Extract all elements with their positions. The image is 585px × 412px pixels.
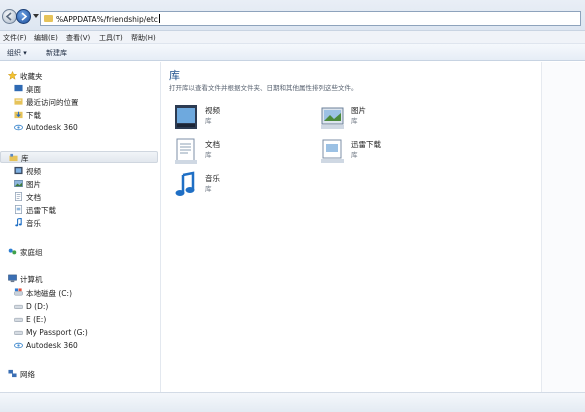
back-button[interactable] [2, 9, 17, 24]
library-icon [9, 153, 18, 162]
folder-icon [44, 15, 53, 22]
nav-item-desktop[interactable]: 桌面 [0, 83, 160, 95]
nav-item-label: D (D:) [26, 302, 49, 311]
nav-item-autodesk360[interactable]: Autodesk 360 [0, 122, 160, 134]
homegroup-icon [8, 248, 17, 255]
picture-library-icon [321, 107, 344, 129]
menu-view[interactable]: 查看(V) [66, 33, 90, 43]
forward-arrow-icon [21, 12, 28, 21]
nav-favorites[interactable]: 收藏夹 [0, 70, 160, 82]
new-library-button[interactable]: 新建库 [46, 48, 67, 58]
nav-item-label: 图片 [26, 180, 41, 189]
network-icon [8, 369, 17, 378]
nav-network-label: 网络 [20, 370, 35, 379]
nav-item-music[interactable]: 音乐 [0, 217, 160, 229]
nav-item-recent[interactable]: 最近访问的位置 [0, 96, 160, 108]
download-library-icon [321, 139, 344, 163]
nav-favorites-label: 收藏夹 [20, 72, 43, 81]
library-type: 库 [351, 151, 358, 159]
address-input[interactable]: %APPDATA%/friendship/etc [40, 11, 581, 26]
nav-libraries[interactable]: 库 [0, 151, 158, 163]
menu-bar: 文件(F) 编辑(E) 查看(V) 工具(T) 帮助(H) [0, 31, 585, 44]
video-library-icon [175, 105, 197, 129]
nav-item-pictures[interactable]: 图片 [0, 178, 160, 190]
library-tile-documents[interactable]: 文档 库 [173, 136, 313, 166]
external-drive-icon [14, 330, 23, 335]
nav-homegroup[interactable]: 家庭组 [0, 246, 160, 258]
library-tile-music[interactable]: 音乐 库 [173, 170, 313, 200]
menu-help[interactable]: 帮助(H) [131, 33, 156, 43]
address-bar-row: %APPDATA%/friendship/etc [0, 0, 585, 31]
nav-item-videos[interactable]: 视频 [0, 165, 160, 177]
history-dropdown-icon[interactable] [33, 13, 39, 19]
library-type: 库 [205, 117, 212, 125]
computer-icon [8, 274, 17, 283]
nav-computer[interactable]: 计算机 [0, 273, 160, 285]
hard-drive-icon [14, 317, 23, 322]
navigation-pane: 收藏夹 桌面 最近访问的位置 下载 Autodesk 360 库 视频 图片 文… [0, 62, 160, 392]
hard-drive-icon [14, 304, 23, 309]
nav-item-documents[interactable]: 文档 [0, 191, 160, 203]
nav-item-label: 音乐 [26, 219, 41, 228]
nav-homegroup-label: 家庭组 [20, 248, 43, 257]
page-title: 库 [169, 69, 180, 82]
autodesk-cloud-icon [14, 124, 23, 131]
picture-library-icon [14, 180, 23, 187]
desktop-icon [14, 84, 23, 92]
menu-edit[interactable]: 编辑(E) [34, 33, 58, 43]
nav-item-downloads[interactable]: 下载 [0, 109, 160, 121]
nav-network[interactable]: 网络 [0, 368, 160, 380]
library-tile-pictures[interactable]: 图片 库 [319, 102, 459, 132]
nav-item-label: 最近访问的位置 [26, 98, 79, 107]
download-library-icon [15, 205, 22, 214]
system-drive-icon [14, 288, 23, 296]
music-note-icon [15, 218, 22, 227]
nav-item-xunlei-downloads[interactable]: 迅雷下载 [0, 204, 160, 216]
nav-libraries-label: 库 [21, 154, 29, 163]
nav-item-label: Autodesk 360 [26, 341, 78, 350]
nav-item-drive-d[interactable]: D (D:) [0, 301, 160, 313]
nav-item-label: 本地磁盘 (C:) [26, 289, 72, 298]
nav-item-label: E (E:) [26, 315, 47, 324]
content-pane: 库 打开库以查看文件并根据文件夹、日期和其他属性排列这些文件。 视频 库 图片 … [161, 62, 541, 392]
details-pane [541, 62, 585, 392]
autodesk-cloud-icon [14, 342, 23, 349]
status-bar [0, 392, 585, 412]
video-library-icon [14, 166, 23, 175]
menu-file[interactable]: 文件(F) [3, 33, 27, 43]
nav-item-drive-g[interactable]: My Passport (G:) [0, 327, 160, 339]
library-type: 库 [351, 117, 358, 125]
nav-item-label: 视频 [26, 167, 41, 176]
menu-tools[interactable]: 工具(T) [99, 33, 123, 43]
download-folder-icon [14, 111, 23, 119]
nav-item-label: 下载 [26, 111, 41, 120]
page-description: 打开库以查看文件并根据文件夹、日期和其他属性排列这些文件。 [169, 84, 358, 92]
nav-item-label: Autodesk 360 [26, 123, 78, 132]
back-arrow-icon [5, 12, 12, 21]
document-library-icon [175, 138, 197, 164]
library-type: 库 [205, 151, 212, 159]
organize-button[interactable]: 组织 ▾ [7, 48, 27, 58]
recent-places-icon [14, 98, 23, 105]
music-note-icon [175, 171, 195, 196]
nav-item-label: 桌面 [26, 85, 41, 94]
nav-item-label: 迅雷下载 [26, 206, 56, 215]
nav-item-drive-c[interactable]: 本地磁盘 (C:) [0, 287, 160, 299]
forward-button[interactable] [16, 9, 31, 24]
address-path: %APPDATA%/friendship/etc [56, 14, 160, 24]
nav-computer-label: 计算机 [20, 275, 43, 284]
library-tile-videos[interactable]: 视频 库 [173, 102, 313, 132]
command-toolbar: 组织 ▾ 新建库 [0, 44, 585, 61]
library-tile-xunlei-downloads[interactable]: 迅雷下载 库 [319, 136, 459, 166]
nav-item-label: 文档 [26, 193, 41, 202]
nav-item-drive-e[interactable]: E (E:) [0, 314, 160, 326]
star-icon [8, 71, 17, 80]
document-library-icon [15, 192, 22, 201]
nav-item-label: My Passport (G:) [26, 328, 88, 337]
library-type: 库 [205, 185, 212, 193]
nav-item-autodesk360-computer[interactable]: Autodesk 360 [0, 340, 160, 352]
